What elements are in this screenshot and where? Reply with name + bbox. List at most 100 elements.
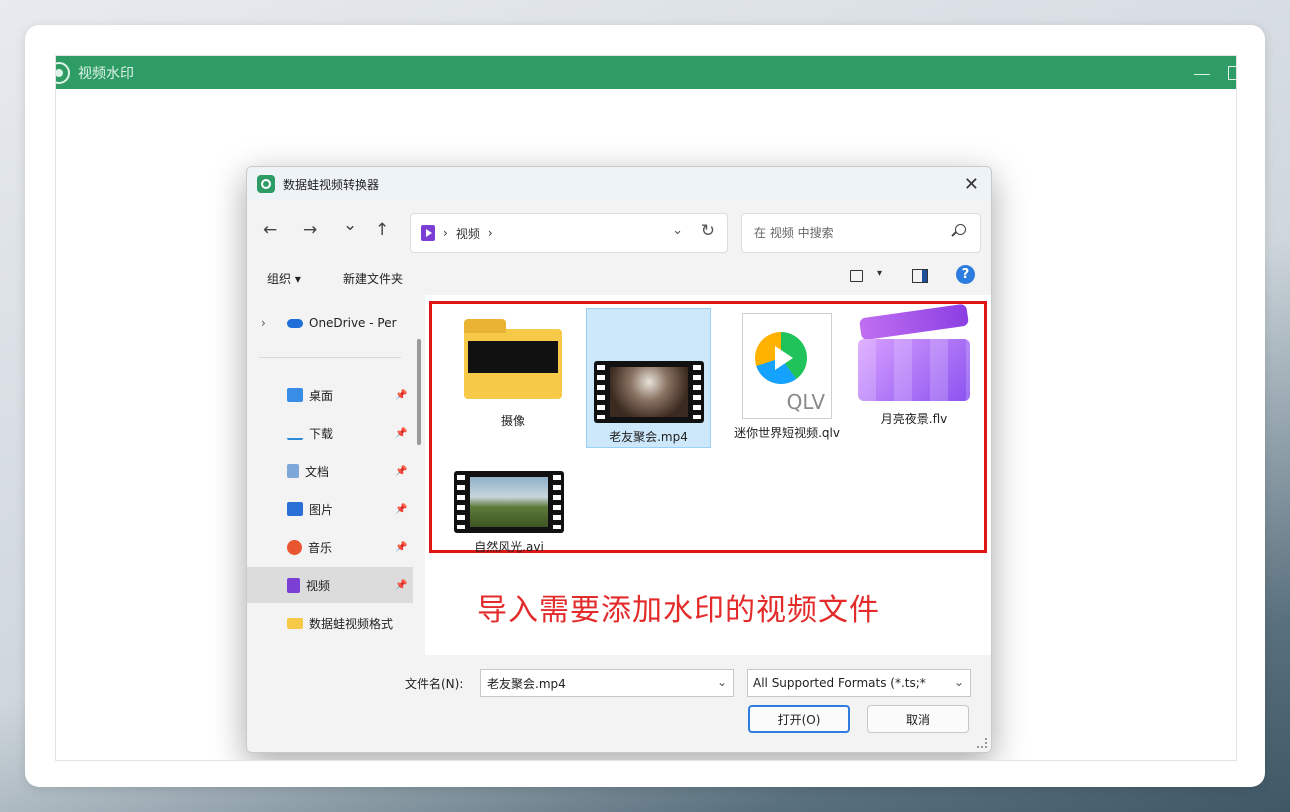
resize-grip-icon[interactable]	[977, 738, 987, 748]
open-file-dialog: 数据蛙视频转换器 ✕ ← → ⌄ ↑ › 视频 › ⌄ ↻ 在 视频 中搜索 组…	[246, 166, 992, 753]
breadcrumb-separator-end[interactable]: ›	[488, 226, 493, 240]
sidebar-item-label: OneDrive - Per	[309, 316, 397, 330]
cancel-button[interactable]: 取消	[867, 705, 969, 733]
expand-chevron-icon[interactable]: ›	[261, 316, 266, 330]
pin-icon[interactable]: 📌	[395, 428, 407, 439]
sidebar-item-label: 音乐	[308, 540, 333, 555]
filename-combobox[interactable]: 老友聚会.mp4 ⌄	[480, 669, 734, 697]
music-icon	[287, 539, 302, 555]
sidebar-item-pictures[interactable]: 图片 📌	[247, 491, 413, 527]
qlv-extension-label: QLV	[786, 390, 825, 414]
file-name: 老友聚会.mp4	[609, 430, 688, 444]
file-item-qlv[interactable]: QLV 迷你世界短视频.qlv	[725, 313, 849, 463]
clapperboard-icon	[858, 303, 970, 401]
minimize-icon[interactable]	[1194, 73, 1210, 75]
filter-value: All Supported Formats (*.ts;*	[753, 676, 926, 690]
dialog-title-bar: 数据蛙视频转换器 ✕	[247, 167, 991, 201]
pin-icon[interactable]: 📌	[395, 390, 407, 401]
pin-icon[interactable]: 📌	[395, 580, 407, 591]
chevron-down-icon[interactable]: ⌄	[953, 675, 964, 689]
address-dropdown-icon[interactable]: ⌄	[672, 223, 683, 238]
sidebar-separator	[259, 357, 401, 358]
app-title: 视频水印	[78, 65, 134, 82]
file-name: 月亮夜景.flv	[880, 412, 948, 426]
file-item-avi[interactable]: 自然风光.avi	[447, 467, 571, 554]
video-thumbnail-icon	[454, 471, 564, 533]
chevron-down-icon[interactable]: ⌄	[717, 675, 727, 689]
sidebar-item-downloads[interactable]: 下载 📌	[247, 415, 413, 451]
desktop-icon	[287, 388, 303, 402]
view-dropdown-icon[interactable]: ▾	[877, 268, 882, 279]
video-icon	[287, 577, 300, 593]
pin-icon[interactable]: 📌	[395, 466, 407, 477]
sidebar-item-videos[interactable]: 视频 📌	[247, 567, 413, 603]
search-icon[interactable]	[955, 224, 966, 235]
tencent-video-icon	[755, 332, 807, 384]
close-icon[interactable]: ✕	[964, 174, 979, 195]
dialog-footer: 文件名(N): 老友聚会.mp4 ⌄ All Supported Formats…	[247, 655, 991, 752]
file-item-flv[interactable]: 月亮夜景.flv	[849, 303, 979, 435]
pictures-icon	[287, 502, 303, 516]
video-thumbnail-icon	[593, 361, 704, 423]
preview-pane-icon[interactable]	[912, 269, 928, 283]
folder-icon	[464, 319, 562, 399]
up-arrow-icon[interactable]: ↑	[375, 220, 389, 240]
breadcrumb-separator: ›	[443, 226, 448, 240]
dialog-body: › OneDrive - Per 桌面 📌 下载 📌 文档 📌 图片 📌 音乐 …	[247, 295, 991, 655]
maximize-icon[interactable]	[1228, 65, 1236, 80]
view-mode-icon[interactable]	[850, 270, 863, 282]
forward-arrow-icon[interactable]: →	[303, 220, 317, 240]
navigation-pane: › OneDrive - Per 桌面 📌 下载 📌 文档 📌 图片 📌 音乐 …	[247, 295, 413, 655]
file-name: 摄像	[500, 414, 525, 428]
window-controls	[1194, 65, 1236, 80]
qlv-file-icon: QLV	[742, 313, 832, 419]
file-item-folder[interactable]: 摄像	[451, 309, 575, 435]
sidebar-item-label: 文档	[305, 464, 330, 479]
sidebar-item-onedrive[interactable]: › OneDrive - Per	[247, 305, 413, 341]
sidebar-item-music[interactable]: 音乐 📌	[247, 529, 413, 565]
new-folder-button[interactable]: 新建文件夹	[343, 270, 403, 287]
organize-menu[interactable]: 组织 ▾	[267, 270, 301, 287]
app-window: 视频水印 数据蛙视频转换器 ✕ ← → ⌄ ↑ › 视频 › ⌄ ↻ 在 视频 …	[55, 55, 1237, 761]
dialog-logo-icon	[257, 175, 275, 193]
search-box	[741, 213, 981, 253]
folder-icon	[287, 617, 303, 629]
open-button[interactable]: 打开(O)	[748, 705, 850, 733]
sidebar-item-desktop[interactable]: 桌面 📌	[247, 377, 413, 413]
pin-icon[interactable]: 📌	[395, 504, 407, 515]
dialog-title: 数据蛙视频转换器	[283, 177, 380, 192]
filename-value[interactable]: 老友聚会.mp4	[487, 675, 566, 692]
file-name: 迷你世界短视频.qlv	[734, 426, 840, 440]
pin-icon[interactable]: 📌	[395, 542, 407, 553]
sidebar-item-datafrog-folder[interactable]: 数据蛙视频格式	[247, 605, 413, 641]
app-title-bar: 视频水印	[56, 56, 1236, 89]
breadcrumb-video[interactable]: 视频	[456, 225, 480, 242]
recent-locations-chevron-icon[interactable]: ⌄	[343, 215, 357, 235]
address-bar[interactable]: › 视频 › ⌄ ↻	[410, 213, 728, 253]
search-input[interactable]	[752, 225, 936, 241]
back-arrow-icon[interactable]: ←	[263, 220, 277, 240]
help-icon[interactable]: ?	[956, 265, 975, 284]
sidebar-item-label: 视频	[306, 578, 331, 593]
file-name: 自然风光.avi	[474, 540, 544, 554]
file-list: 摄像 老友聚会.mp4 QLV 迷你世界短视频.qlv 月亮夜景.flv 自然风…	[425, 295, 991, 655]
download-icon	[287, 427, 303, 440]
sidebar-item-label: 下载	[309, 426, 334, 441]
cloud-icon	[287, 318, 303, 328]
sidebar-item-label: 图片	[309, 502, 334, 517]
file-type-filter[interactable]: All Supported Formats (*.ts;* ⌄	[747, 669, 971, 697]
command-bar: 组织 ▾ 新建文件夹 ▾ ?	[247, 259, 991, 295]
video-library-icon	[421, 225, 435, 241]
annotation-text: 导入需要添加水印的视频文件	[477, 593, 880, 628]
file-item-selected[interactable]: 老友聚会.mp4	[586, 308, 711, 448]
app-logo-icon	[56, 61, 70, 84]
sidebar-item-label: 桌面	[309, 388, 334, 403]
filename-label: 文件名(N):	[405, 677, 464, 691]
screenshot-card: 视频水印 数据蛙视频转换器 ✕ ← → ⌄ ↑ › 视频 › ⌄ ↻ 在 视频 …	[25, 25, 1265, 787]
sidebar-item-documents[interactable]: 文档 📌	[247, 453, 413, 489]
refresh-icon[interactable]: ↻	[701, 221, 715, 241]
sidebar-scrollbar[interactable]	[417, 339, 421, 445]
navigation-bar: ← → ⌄ ↑ › 视频 › ⌄ ↻	[247, 201, 991, 259]
document-icon	[287, 464, 299, 478]
sidebar-item-label: 数据蛙视频格式	[309, 616, 394, 631]
